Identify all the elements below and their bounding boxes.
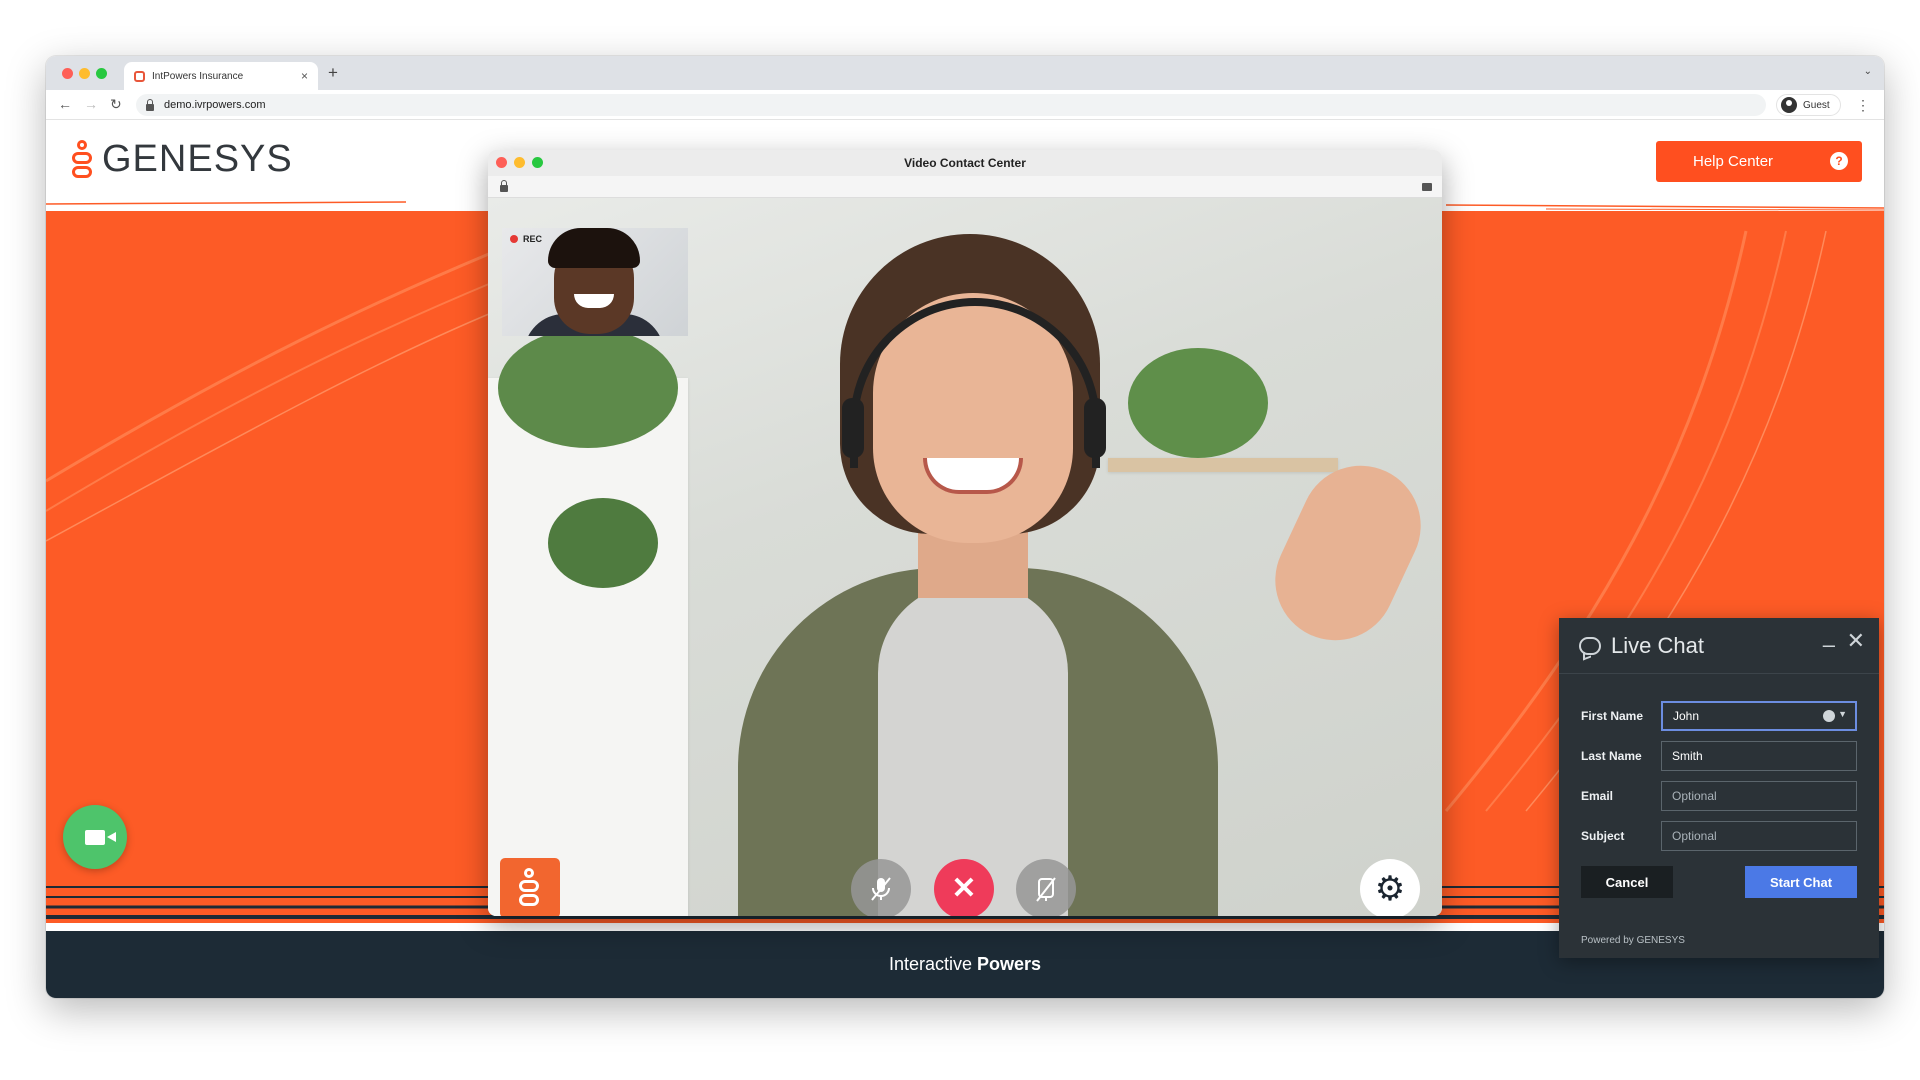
powered-by: Powered by GENESYS: [1581, 935, 1685, 946]
agent-video-feed: REC ✕ ⚙: [488, 198, 1442, 916]
back-icon[interactable]: ←: [58, 96, 72, 112]
end-call-button[interactable]: ✕: [934, 859, 994, 916]
subject-label: Subject: [1581, 829, 1625, 843]
headset-earcup-right: [1084, 398, 1106, 458]
chat-bubble-icon: [1579, 636, 1601, 655]
gear-icon: ⚙: [1374, 870, 1406, 908]
profile-label: Guest: [1803, 99, 1830, 111]
help-icon: ?: [1830, 152, 1848, 170]
subject-input[interactable]: [1661, 821, 1857, 851]
new-tab-button[interactable]: +: [328, 63, 338, 83]
powered-by-brand: GENESYS: [1636, 935, 1685, 946]
window-zoom-dot[interactable]: [96, 68, 107, 79]
agent-hand: [1255, 446, 1441, 660]
help-center-label: Help Center: [1693, 153, 1774, 170]
rec-label: REC: [523, 234, 543, 244]
profile-button[interactable]: Guest: [1776, 94, 1841, 116]
plant-left: [498, 328, 678, 448]
window-close-dot[interactable]: [62, 68, 73, 79]
footer-brand-bold: Powers: [977, 954, 1042, 974]
live-chat-widget: Live Chat – ✕ First Name ▼ Last Name: [1559, 618, 1879, 958]
email-input[interactable]: [1661, 781, 1857, 811]
video-camera-icon: [85, 829, 116, 845]
window-minimize-dot[interactable]: [79, 68, 90, 79]
first-name-label: First Name: [1581, 709, 1644, 723]
camera-icon: [1422, 183, 1432, 191]
tab-bar: IntPowers Insurance × + ⌄: [46, 56, 1884, 90]
first-name-row: First Name ▼: [1581, 700, 1857, 732]
video-window-toolbar: [488, 176, 1442, 198]
last-name-row: Last Name: [1581, 740, 1857, 772]
video-contact-window: Video Contact Center REC ✕ ⚙: [488, 150, 1442, 916]
video-window-close-dot[interactable]: [496, 157, 507, 168]
help-center-button[interactable]: Help Center ?: [1656, 141, 1862, 182]
live-chat-title: Live Chat: [1611, 632, 1704, 658]
plant-shelf: [548, 498, 658, 588]
tab-title: IntPowers Insurance: [152, 70, 244, 82]
first-name-wrap: ▼: [1661, 701, 1857, 731]
live-chat-header: Live Chat – ✕: [1559, 618, 1879, 674]
caller-hair: [548, 228, 640, 268]
live-chat-form: First Name ▼ Last Name Email Subje: [1559, 674, 1879, 898]
genesys-logo-icon: [72, 139, 94, 180]
avatar-icon: [1781, 97, 1797, 113]
genesys-app-button[interactable]: [500, 858, 560, 916]
live-chat-actions: Cancel Start Chat: [1581, 866, 1857, 898]
tab-close-icon[interactable]: ×: [301, 69, 308, 83]
autofill-icon[interactable]: [1823, 710, 1835, 722]
tab-search-icon[interactable]: ⌄: [1864, 66, 1872, 77]
rec-indicator: REC: [510, 234, 542, 244]
logo-text: GENESYS: [102, 138, 293, 180]
self-view-pip[interactable]: REC: [502, 228, 688, 336]
chevron-down-icon[interactable]: ▼: [1838, 709, 1847, 719]
url-text: demo.ivrpowers.com: [164, 99, 266, 111]
settings-button[interactable]: ⚙: [1360, 859, 1420, 916]
lock-icon: [500, 180, 508, 192]
browser-tab[interactable]: IntPowers Insurance ×: [124, 62, 318, 90]
genesys-logo[interactable]: GENESYS: [72, 138, 293, 181]
headset-earcup-left: [842, 398, 864, 458]
page-content: GENESYS Help Center ? Interactive Powers…: [46, 120, 1884, 998]
favicon-icon: [134, 70, 145, 82]
last-name-input[interactable]: [1661, 741, 1857, 771]
video-window-zoom-dot[interactable]: [532, 157, 543, 168]
genesys-logo-icon: [519, 868, 541, 908]
video-window-minimize-dot[interactable]: [514, 157, 525, 168]
mute-mic-button[interactable]: [851, 859, 911, 916]
cancel-button[interactable]: Cancel: [1581, 866, 1673, 898]
reload-icon[interactable]: ↻: [110, 96, 122, 113]
rec-dot-icon: [510, 235, 518, 243]
video-window-titlebar: Video Contact Center: [488, 150, 1442, 176]
address-bar: ← → ↻ demo.ivrpowers.com Guest ⋮: [46, 90, 1884, 120]
toggle-video-button[interactable]: [1016, 859, 1076, 916]
end-call-icon: ✕: [951, 872, 977, 905]
browser-window: IntPowers Insurance × + ⌄ ← → ↻ demo.ivr…: [46, 56, 1884, 998]
footer-brand-regular: Interactive: [888, 954, 972, 974]
shelf-left: [488, 378, 688, 916]
forward-icon[interactable]: →: [84, 96, 98, 112]
minimize-icon[interactable]: –: [1823, 632, 1835, 658]
subject-row: Subject: [1581, 820, 1857, 852]
email-row: Email: [1581, 780, 1857, 812]
video-window-title: Video Contact Center: [904, 156, 1026, 170]
shelf-right: [1108, 458, 1338, 472]
email-label: Email: [1581, 789, 1614, 803]
last-name-label: Last Name: [1581, 749, 1642, 763]
video-off-icon: [1036, 877, 1056, 902]
video-call-button[interactable]: [63, 805, 127, 869]
plant-right: [1128, 348, 1268, 458]
start-chat-button[interactable]: Start Chat: [1745, 866, 1857, 898]
mic-off-icon: [871, 877, 891, 901]
url-field[interactable]: demo.ivrpowers.com: [136, 94, 1766, 116]
lock-icon: [146, 98, 154, 111]
browser-menu-icon[interactable]: ⋮: [1856, 97, 1870, 114]
close-icon[interactable]: ✕: [1847, 628, 1865, 654]
powered-by-text: Powered by: [1581, 935, 1634, 946]
